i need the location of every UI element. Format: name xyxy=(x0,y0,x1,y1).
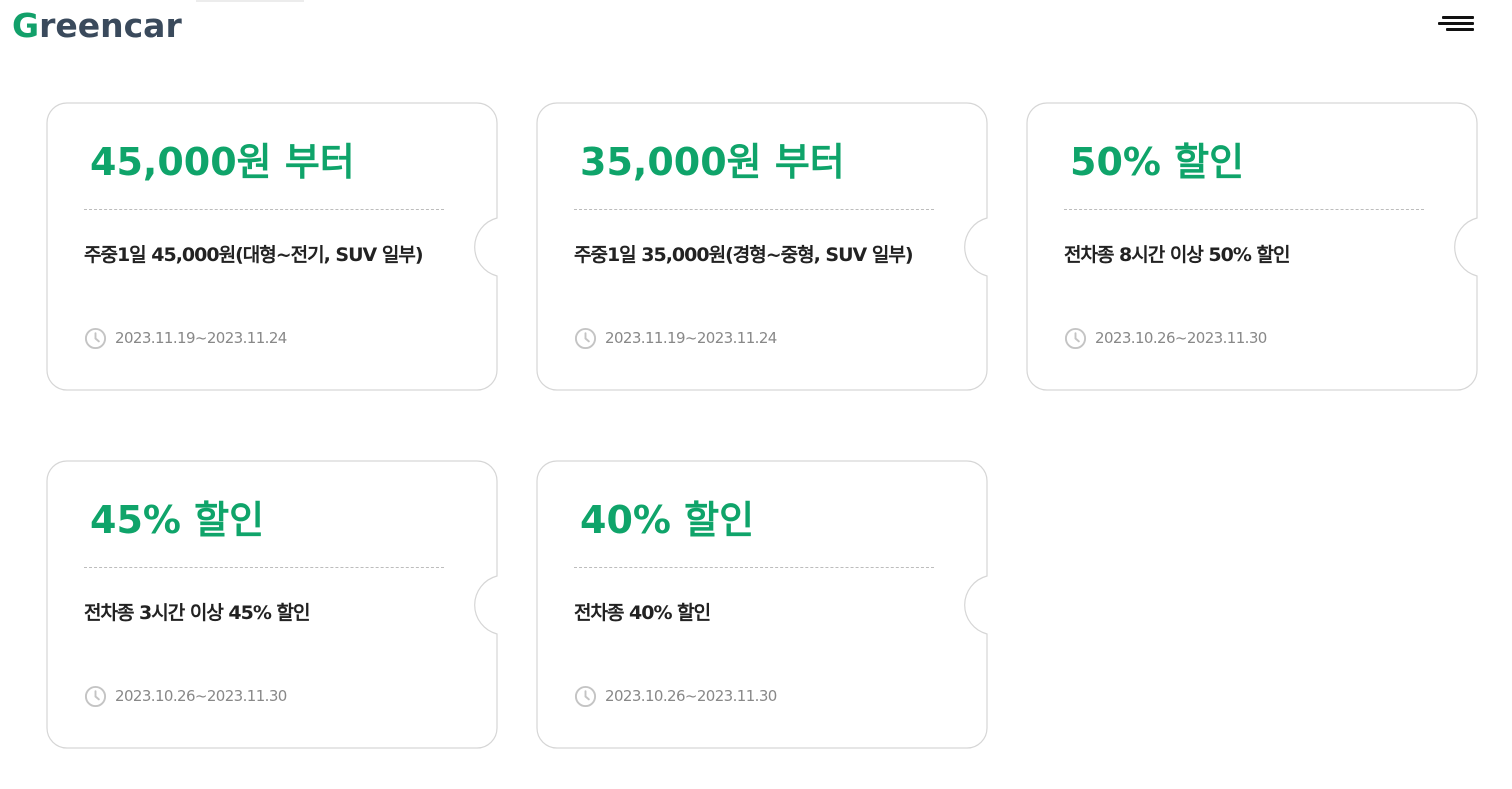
dashed-divider xyxy=(84,567,444,568)
coupon-title: 35,000원 부터 xyxy=(580,140,845,184)
coupon-title: 45,000원 부터 xyxy=(90,140,355,184)
coupon-date-range: 2023.10.26~2023.11.30 xyxy=(605,687,777,705)
greencar-logo[interactable]: Greencar xyxy=(12,4,182,48)
coupon-period: 2023.10.26~2023.11.30 xyxy=(1064,326,1267,350)
coupon-period: 2023.10.26~2023.11.30 xyxy=(84,684,287,708)
clock-icon xyxy=(574,327,597,349)
logo-letter-g: G xyxy=(12,6,40,45)
dashed-divider xyxy=(574,209,934,210)
coupon-description: 주중1일 45,000원(대형~전기, SUV 일부) xyxy=(84,244,424,266)
coupon-description: 전차종 8시간 이상 50% 할인 xyxy=(1064,244,1290,266)
coupon-date-range: 2023.11.19~2023.11.24 xyxy=(115,329,287,347)
coupon-period: 2023.10.26~2023.11.30 xyxy=(574,684,777,708)
coupon-description: 전차종 3시간 이상 45% 할인 xyxy=(84,602,310,624)
coupon-title: 50% 할인 xyxy=(1070,140,1245,184)
clock-icon xyxy=(1064,327,1087,349)
menu-line xyxy=(1442,16,1474,19)
hamburger-menu-icon[interactable] xyxy=(1438,16,1474,36)
coupon-date-range: 2023.11.19~2023.11.24 xyxy=(605,329,777,347)
site-header: Greencar xyxy=(0,0,1512,60)
coupon-description: 전차종 40% 할인 xyxy=(574,602,711,624)
coupon-period: 2023.11.19~2023.11.24 xyxy=(574,326,777,350)
coupon-card[interactable]: 40% 할인 전차종 40% 할인 2023.10.26~2023.11.30 xyxy=(536,460,988,749)
logo-wordmark: reencar xyxy=(39,6,182,45)
dashed-divider xyxy=(1064,209,1424,210)
coupon-date-range: 2023.10.26~2023.11.30 xyxy=(1095,329,1267,347)
dashed-divider xyxy=(574,567,934,568)
coupon-period: 2023.11.19~2023.11.24 xyxy=(84,326,287,350)
clock-icon xyxy=(84,685,107,707)
coupon-date-range: 2023.10.26~2023.11.30 xyxy=(115,687,287,705)
coupon-description: 주중1일 35,000원(경형~중형, SUV 일부) xyxy=(574,244,914,266)
coupon-card[interactable]: 45,000원 부터 주중1일 45,000원(대형~전기, SUV 일부) 2… xyxy=(46,102,498,391)
coupon-card[interactable]: 50% 할인 전차종 8시간 이상 50% 할인 2023.10.26~2023… xyxy=(1026,102,1478,391)
coupon-title: 45% 할인 xyxy=(90,498,265,542)
clock-icon xyxy=(574,685,597,707)
coupon-card[interactable]: 35,000원 부터 주중1일 35,000원(경형~중형, SUV 일부) 2… xyxy=(536,102,988,391)
coupon-card[interactable]: 45% 할인 전차종 3시간 이상 45% 할인 2023.10.26~2023… xyxy=(46,460,498,749)
top-tab-indicator xyxy=(196,0,304,2)
menu-line xyxy=(1446,28,1474,31)
dashed-divider xyxy=(84,209,444,210)
clock-icon xyxy=(84,327,107,349)
coupon-title: 40% 할인 xyxy=(580,498,755,542)
menu-line xyxy=(1438,22,1474,25)
